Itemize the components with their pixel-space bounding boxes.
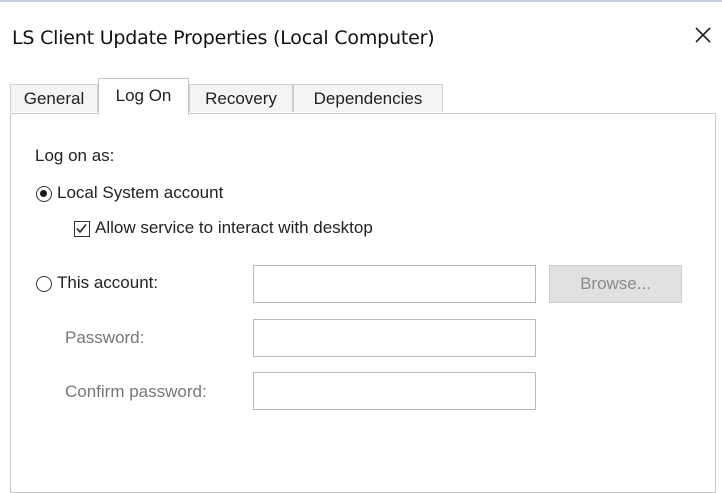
window-title: LS Client Update Properties (Local Compu… [12,27,435,49]
password-input[interactable] [253,319,536,357]
browse-button[interactable]: Browse... [549,265,682,303]
local-system-label[interactable]: Local System account [57,183,223,203]
confirm-password-label: Confirm password: [65,382,207,401]
log-on-panel: Log on as: Local System account Allow se… [10,113,716,493]
this-account-input[interactable] [253,265,536,303]
checkmark-icon [76,224,87,234]
tab-dependencies[interactable]: Dependencies [293,84,443,112]
window-top-border [0,0,722,2]
this-account-label[interactable]: This account: [57,273,158,293]
allow-interact-checkbox[interactable] [74,221,90,237]
this-account-radio[interactable] [36,276,52,292]
tab-general[interactable]: General [10,84,98,112]
local-system-radio[interactable] [36,186,52,202]
tab-recovery[interactable]: Recovery [189,84,293,112]
log-on-as-heading: Log on as: [35,146,115,165]
password-label: Password: [65,328,145,347]
allow-interact-label[interactable]: Allow service to interact with desktop [95,218,373,238]
tab-log-on[interactable]: Log On [98,78,189,115]
close-button[interactable] [684,20,722,50]
confirm-password-input[interactable] [253,372,536,410]
close-icon [695,27,711,43]
